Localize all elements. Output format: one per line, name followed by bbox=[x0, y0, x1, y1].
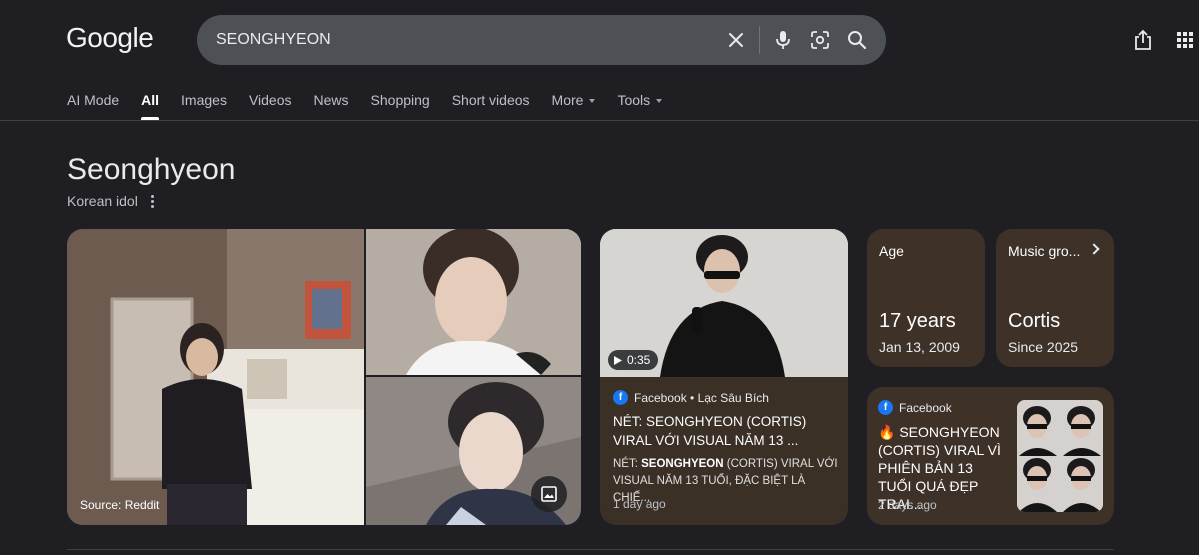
tab-tools[interactable]: Tools bbox=[617, 90, 663, 120]
chevron-down-icon bbox=[589, 99, 596, 103]
video-date: 1 day ago bbox=[613, 497, 666, 511]
tab-more-label: More bbox=[551, 92, 584, 108]
google-logo[interactable]: Google bbox=[66, 22, 154, 54]
tabs-divider bbox=[0, 120, 1199, 121]
entity-image-bottom-right[interactable] bbox=[366, 377, 581, 525]
video-source: f Facebook • Lạc Sâu Bích bbox=[613, 390, 769, 405]
tab-videos[interactable]: Videos bbox=[249, 90, 292, 120]
fact-label-age: Age bbox=[879, 243, 904, 259]
search-divider bbox=[759, 26, 760, 54]
share-icon[interactable] bbox=[1131, 28, 1155, 52]
more-options-icon[interactable] bbox=[147, 193, 157, 209]
search-tabs: AI Mode All Images Videos News Shopping … bbox=[67, 90, 684, 120]
search-box[interactable]: SEONGHYEON bbox=[197, 15, 886, 65]
tab-all[interactable]: All bbox=[141, 90, 159, 120]
video-duration: 0:35 bbox=[608, 350, 659, 370]
video-source-text: Facebook • Lạc Sâu Bích bbox=[634, 390, 769, 405]
fact-value-music-group: Cortis bbox=[1008, 310, 1061, 332]
post-date: 2 days ago bbox=[878, 498, 937, 512]
tab-news[interactable]: News bbox=[314, 90, 349, 120]
post-thumbnail[interactable] bbox=[1017, 400, 1103, 512]
facebook-icon: f bbox=[613, 390, 628, 405]
entity-subtitle: Korean idol bbox=[67, 193, 138, 209]
facebook-icon: f bbox=[878, 400, 893, 415]
fact-card-music-group[interactable]: Music gro... Cortis Since 2025 bbox=[996, 229, 1114, 367]
facebook-post-card[interactable]: f Facebook 🔥 SEONGHYEON (CORTIS) VIRAL V… bbox=[867, 387, 1114, 525]
mic-icon[interactable] bbox=[771, 28, 795, 52]
video-thumbnail[interactable]: 0:35 bbox=[600, 229, 848, 377]
image-source-label: Source: Reddit bbox=[80, 498, 160, 512]
chevron-right-icon bbox=[1088, 243, 1100, 255]
snippet-highlight: SEONGHYEON bbox=[641, 458, 724, 470]
fact-card-age[interactable]: Age 17 years Jan 13, 2009 bbox=[867, 229, 985, 367]
snippet-prefix: NÉT: bbox=[613, 458, 642, 470]
tab-ai-mode[interactable]: AI Mode bbox=[67, 90, 119, 120]
tab-tools-label: Tools bbox=[617, 92, 651, 108]
chevron-down-icon bbox=[656, 99, 663, 103]
post-source-text: Facebook bbox=[899, 400, 952, 415]
entity-title: Seonghyeon bbox=[67, 153, 236, 186]
search-icon[interactable] bbox=[845, 28, 869, 52]
tab-shopping[interactable]: Shopping bbox=[371, 90, 430, 120]
play-icon bbox=[614, 355, 622, 365]
camera-icon[interactable] bbox=[808, 28, 832, 52]
image-gallery-icon[interactable] bbox=[531, 476, 567, 512]
video-title[interactable]: NÉT: SEONGHYEON (CORTIS) VIRAL VỚI VISUA… bbox=[613, 412, 839, 450]
close-icon[interactable] bbox=[724, 28, 748, 52]
search-input[interactable]: SEONGHYEON bbox=[216, 31, 331, 49]
post-source: f Facebook bbox=[878, 400, 952, 415]
fact-label-music-group: Music gro... bbox=[1008, 243, 1081, 259]
tab-short-videos[interactable]: Short videos bbox=[452, 90, 530, 120]
video-duration-text: 0:35 bbox=[627, 353, 651, 367]
tab-images[interactable]: Images bbox=[181, 90, 227, 120]
fact-value-age: 17 years bbox=[879, 310, 956, 332]
fact-sub-music-group: Since 2025 bbox=[1008, 339, 1079, 355]
video-result-card[interactable]: 0:35 f Facebook • Lạc Sâu Bích NÉT: SEON… bbox=[600, 229, 848, 525]
entity-image-main[interactable]: Source: Reddit bbox=[67, 229, 364, 525]
entity-image-top-right[interactable] bbox=[366, 229, 581, 375]
section-divider bbox=[67, 549, 1114, 550]
apps-grid-icon[interactable] bbox=[1173, 28, 1197, 52]
tab-more[interactable]: More bbox=[552, 90, 596, 120]
fact-sub-age: Jan 13, 2009 bbox=[879, 339, 960, 355]
